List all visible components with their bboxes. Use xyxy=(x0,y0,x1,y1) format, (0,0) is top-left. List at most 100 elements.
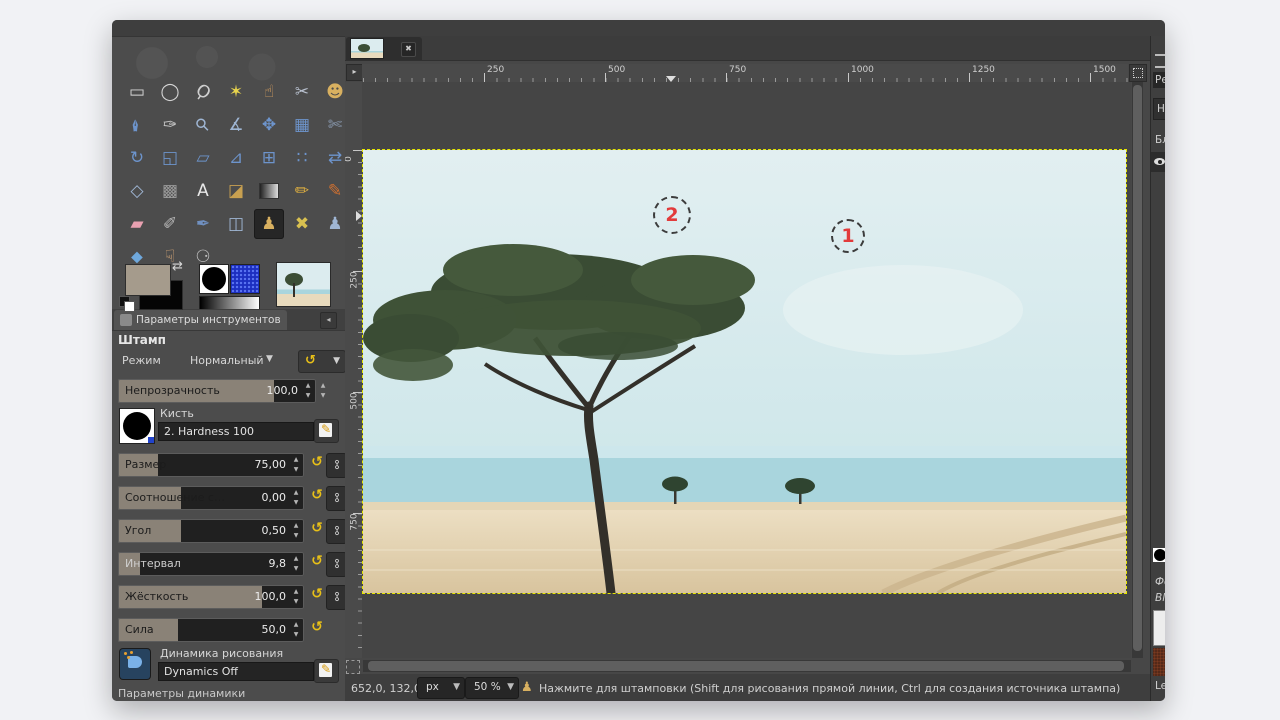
Размер-slider[interactable]: Размер75,00▲▼ xyxy=(118,453,304,477)
tool-color-picker[interactable]: ✑ xyxy=(155,110,185,140)
save-options-button[interactable]: ⭳ xyxy=(150,699,172,701)
Размер-slider-spinner[interactable]: ▲▼ xyxy=(291,455,301,475)
active-brush-preview[interactable] xyxy=(200,265,228,293)
Жёсткость-slider-spinner[interactable]: ▲▼ xyxy=(291,587,301,607)
opacity-slider-spinner[interactable]: ▲▼ xyxy=(303,381,313,401)
link-to-brush-icon[interactable]: ⚯ xyxy=(326,519,347,544)
link-to-brush-icon[interactable]: ⚯ xyxy=(326,585,347,610)
navigation-button[interactable] xyxy=(1129,64,1147,82)
tool-shear[interactable]: ▱ xyxy=(188,143,218,173)
reset-icon[interactable]: ↺ xyxy=(308,454,326,476)
ruler-tick xyxy=(726,73,727,82)
layer-row[interactable] xyxy=(1151,152,1165,172)
Интервал-slider[interactable]: Интервал9,8▲▼ xyxy=(118,552,304,576)
Угол-slider[interactable]: Угол0,50▲▼ xyxy=(118,519,304,543)
mode-reset-icon[interactable]: ↺ xyxy=(305,353,316,368)
layers-mode-dropdown[interactable]: Нормальный xyxy=(1153,98,1165,120)
active-pattern-preview[interactable] xyxy=(231,265,259,293)
vertical-scrollbar-thumb[interactable] xyxy=(1133,85,1142,651)
tool-scissors-select[interactable]: ✂ xyxy=(287,77,317,107)
opacity-spinner[interactable]: ▲▼ xyxy=(318,381,328,401)
swap-colors-icon[interactable]: ⇄ xyxy=(172,259,183,274)
eye-icon[interactable] xyxy=(1154,158,1165,165)
tool-mypaint-brush[interactable]: ◫ xyxy=(221,209,251,239)
default-colors-icon[interactable] xyxy=(120,297,135,312)
Угол-slider-spinner[interactable]: ▲▼ xyxy=(291,521,301,541)
tool-cage-transform[interactable]: ◇ xyxy=(122,176,152,206)
reset-icon[interactable]: ↺ xyxy=(308,619,326,641)
collapse-panel-button[interactable]: ◂ xyxy=(320,312,337,329)
Соотношениес-slider[interactable]: Соотношение с…0,00▲▼ xyxy=(118,486,304,510)
tool-fuzzy-select[interactable]: ✶ xyxy=(221,77,251,107)
link-to-brush-icon[interactable]: ⚯ xyxy=(326,486,347,511)
Сила-slider-spinner[interactable]: ▲▼ xyxy=(291,620,301,640)
tool-zoom[interactable]: ⚲ xyxy=(188,110,218,140)
brush-list-item[interactable] xyxy=(1153,610,1165,646)
tool-heal[interactable]: ✖ xyxy=(287,209,317,239)
active-image-thumbnail[interactable] xyxy=(277,263,330,306)
ruler-corner-button[interactable]: ▸ xyxy=(346,64,363,81)
tool-bucket-fill[interactable]: ◪ xyxy=(221,176,251,206)
zoom-dropdown[interactable]: 50 %▼ xyxy=(465,677,519,699)
tool-paths[interactable]: ✒ xyxy=(122,110,152,140)
tool-gradient[interactable] xyxy=(254,176,284,206)
brush-list-thumbnail[interactable] xyxy=(1153,548,1165,562)
Сила-slider[interactable]: Сила50,0▲▼ xyxy=(118,618,304,642)
texture-list-item[interactable] xyxy=(1153,648,1165,676)
tool-free-select[interactable]: Ϙ xyxy=(188,77,218,107)
restore-options-button[interactable]: ↺ xyxy=(213,699,235,701)
Соотношениес-slider-spinner[interactable]: ▲▼ xyxy=(291,488,301,508)
quick-mask-toggle[interactable] xyxy=(346,660,360,674)
Интервал-slider-spinner[interactable]: ▲▼ xyxy=(291,554,301,574)
tool-rect-select[interactable]: ▭ xyxy=(122,77,152,107)
tool-pencil[interactable]: ✏ xyxy=(287,176,317,206)
delete-options-button[interactable]: ✖ xyxy=(276,699,298,701)
Жёсткость-slider[interactable]: Жёсткость100,0▲▼ xyxy=(118,585,304,609)
mode-dropdown[interactable]: Нормальный xyxy=(190,354,264,367)
reset-icon[interactable]: ↺ xyxy=(308,586,326,608)
foreground-color-swatch[interactable] xyxy=(126,265,170,295)
opacity-slider[interactable]: Непрозрачность100,0▲▼ xyxy=(118,379,316,403)
brush-thumbnail[interactable] xyxy=(120,409,154,443)
tool-select-by-color[interactable]: ☝ xyxy=(254,77,284,107)
horizontal-scrollbar[interactable] xyxy=(363,660,1131,672)
image-tab[interactable]: ✖ xyxy=(346,37,422,60)
reset-icon[interactable]: ↺ xyxy=(308,553,326,575)
tab-tool-options[interactable]: Параметры инструментов xyxy=(114,310,287,330)
canvas-viewport[interactable]: 21 xyxy=(362,82,1131,658)
reset-icon[interactable]: ↺ xyxy=(308,487,326,509)
reset-icon[interactable]: ↺ xyxy=(308,520,326,542)
Размер-slider-label: Размер xyxy=(125,458,166,471)
link-to-brush-icon[interactable]: ⚯ xyxy=(326,453,347,478)
edit-dynamics-button[interactable]: ✎ xyxy=(314,659,339,683)
tool-rotate[interactable]: ↻ xyxy=(122,143,152,173)
tool-clone[interactable]: ♟ xyxy=(254,209,284,239)
tool-handle-transform[interactable]: ∷ xyxy=(287,143,317,173)
link-to-brush-icon[interactable]: ⚯ xyxy=(326,552,347,577)
dynamics-icon[interactable] xyxy=(120,649,150,679)
tool-perspective[interactable]: ⊿ xyxy=(221,143,251,173)
tool-text[interactable]: A xyxy=(188,176,218,206)
brush-name-field[interactable]: 2. Hardness 100 xyxy=(158,422,314,441)
tool-measure[interactable]: ∡ xyxy=(221,110,251,140)
tool-eraser[interactable]: ▰ xyxy=(122,209,152,239)
horizontal-scrollbar-thumb[interactable] xyxy=(368,661,1124,671)
tool-unified-transform[interactable]: ⊞ xyxy=(254,143,284,173)
unit-dropdown[interactable]: px▼ xyxy=(417,677,465,699)
image-canvas[interactable]: 21 xyxy=(363,150,1126,593)
dynamics-name-field[interactable]: Dynamics Off xyxy=(158,662,314,681)
tool-warp-transform[interactable]: ▩ xyxy=(155,176,185,206)
tool-move[interactable]: ✥ xyxy=(254,110,284,140)
mode-switch-icon[interactable]: ▼ xyxy=(333,356,340,366)
tool-ellipse-select[interactable]: ◯ xyxy=(155,77,185,107)
chevron-down-icon[interactable]: ▼ xyxy=(266,354,273,364)
dynamics-options-expander[interactable]: Параметры динамики xyxy=(118,687,338,699)
tool-airbrush[interactable]: ✐ xyxy=(155,209,185,239)
close-icon[interactable]: ✖ xyxy=(401,42,416,57)
tool-ink[interactable]: ✒ xyxy=(188,209,218,239)
edit-brush-button[interactable]: ✎ xyxy=(314,419,339,443)
vertical-scrollbar[interactable] xyxy=(1132,82,1143,658)
tool-align[interactable]: ▦ xyxy=(287,110,317,140)
tool-scale[interactable]: ◱ xyxy=(155,143,185,173)
menu-bar[interactable] xyxy=(112,20,1165,37)
